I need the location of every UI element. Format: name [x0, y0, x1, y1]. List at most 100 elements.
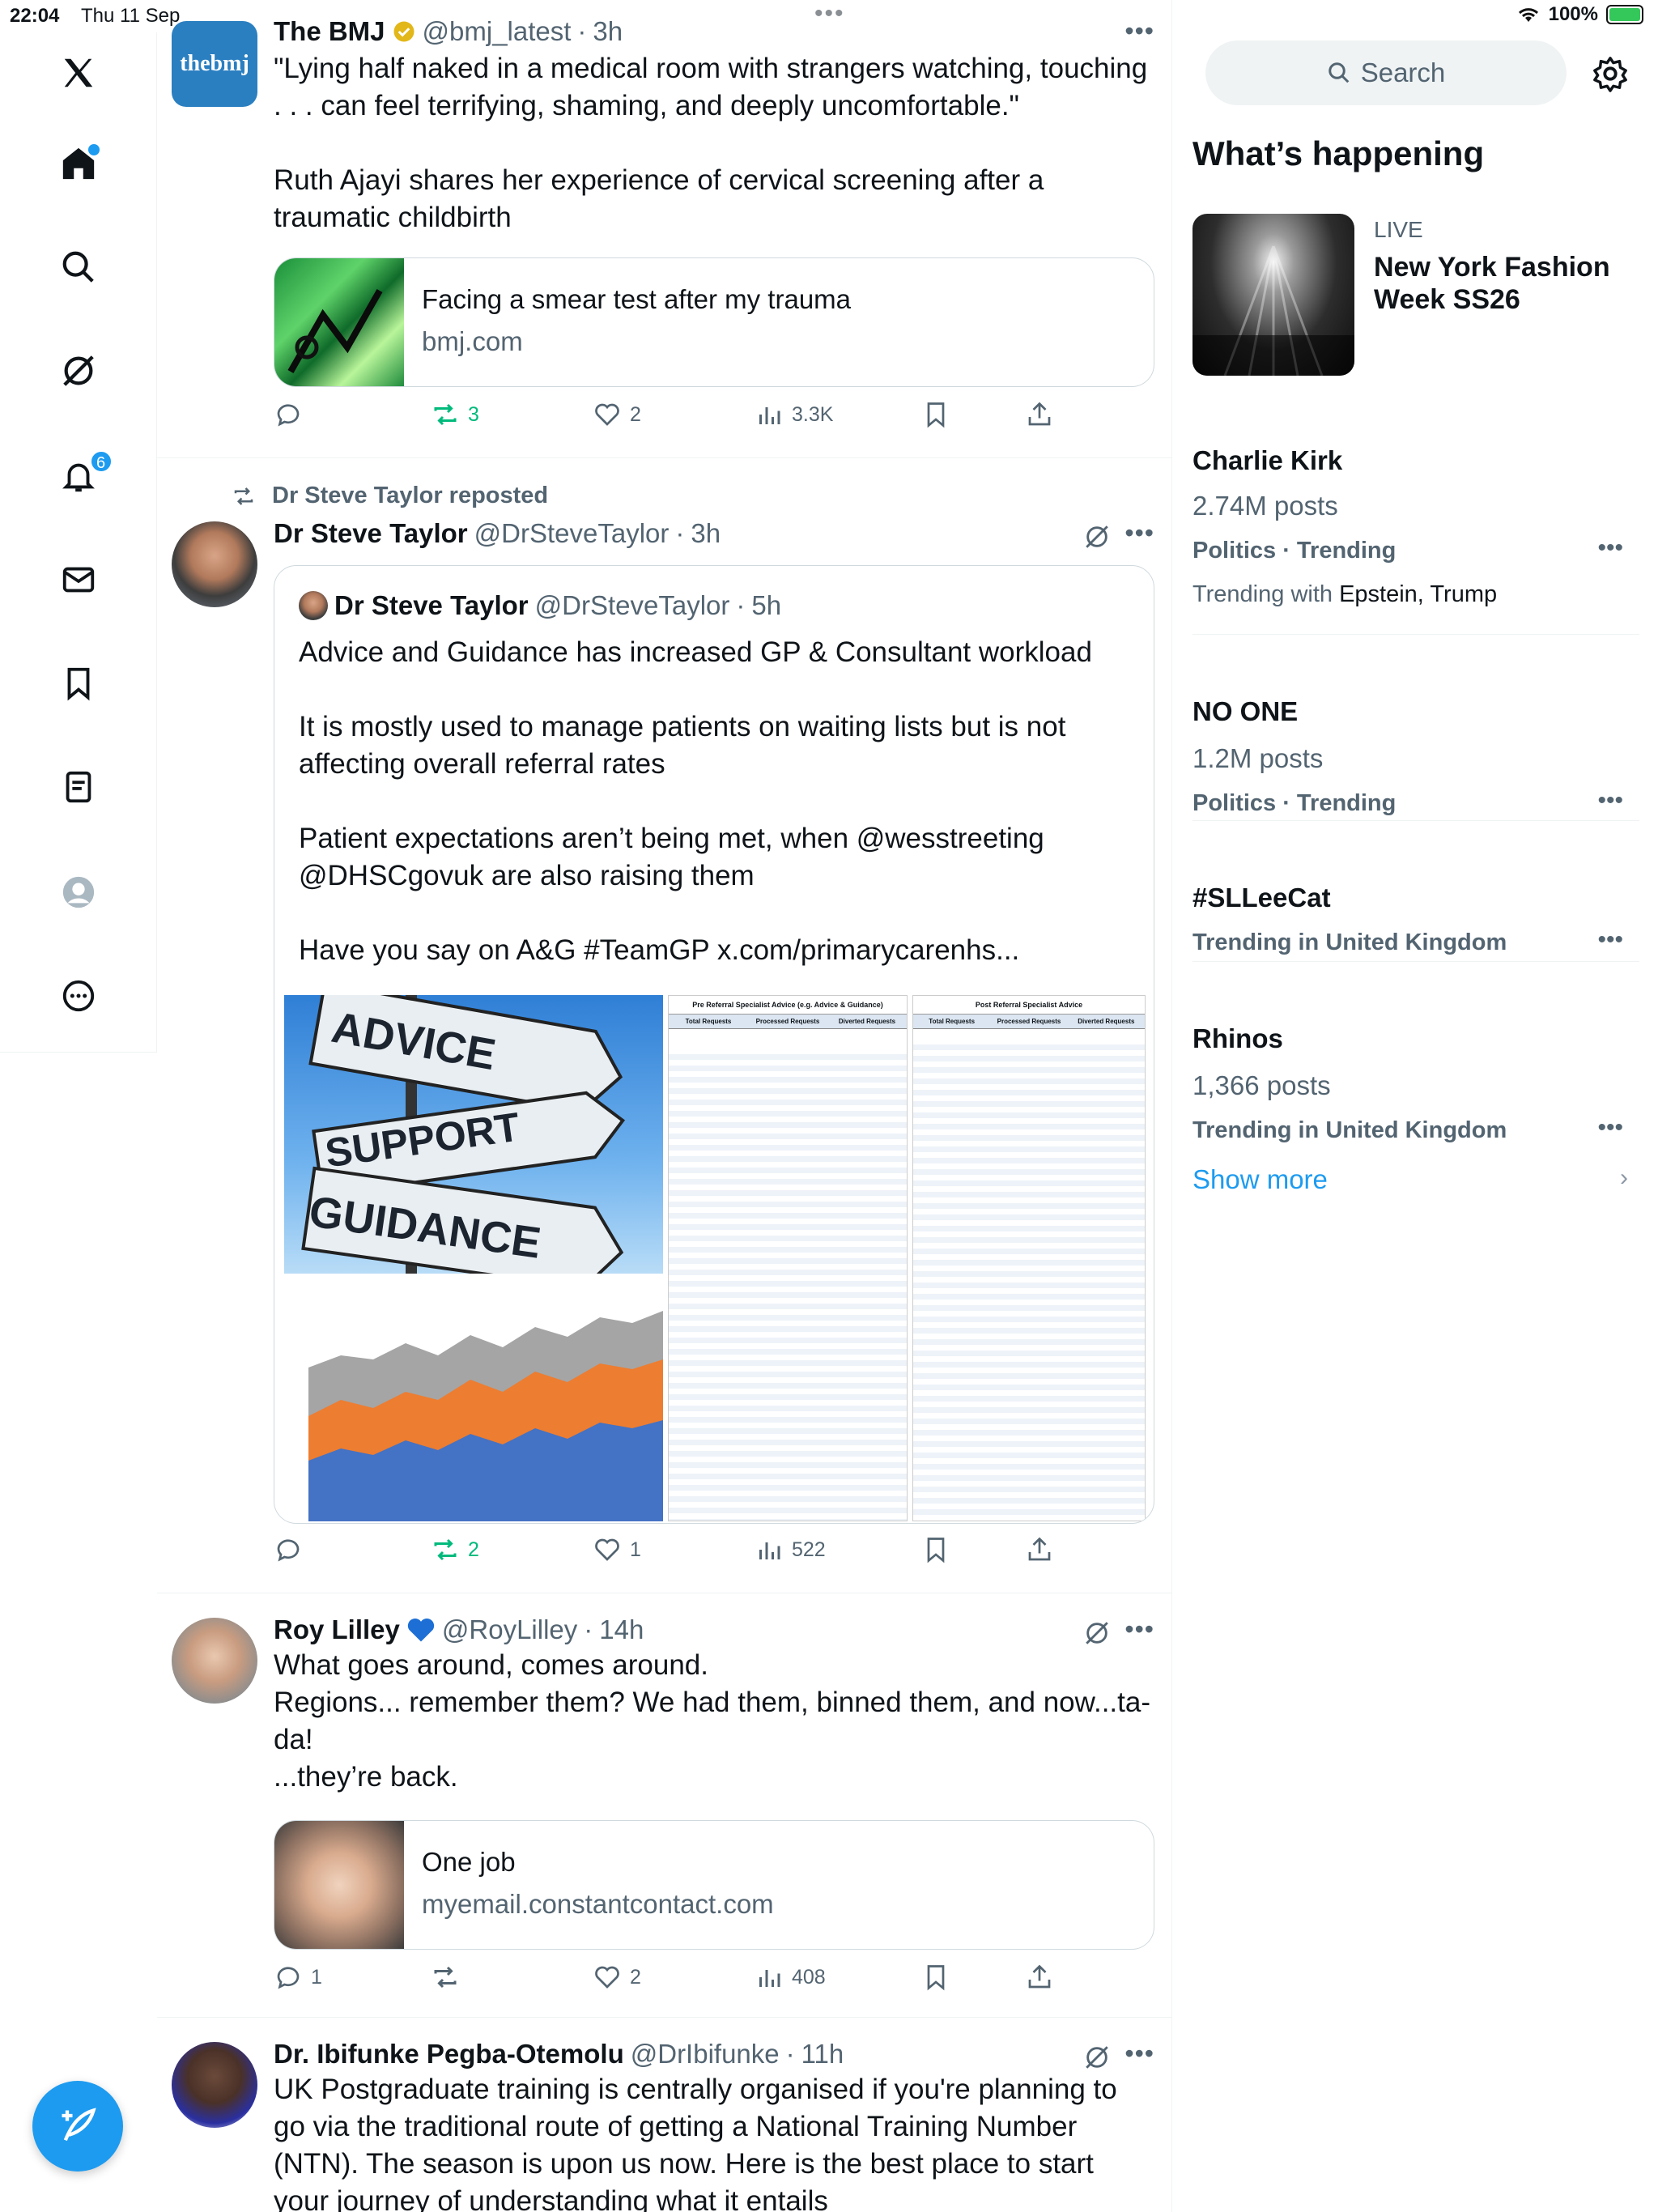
- repost-button[interactable]: [431, 1963, 460, 1992]
- signpost-image[interactable]: ADVICE SUPPORT GUIDANCE: [284, 995, 663, 1274]
- repost-button[interactable]: 2: [431, 1535, 479, 1564]
- more-menu-icon[interactable]: •••: [1124, 518, 1154, 548]
- gold-verified-badge-icon: [393, 21, 414, 42]
- trend-item[interactable]: Charlie Kirk 2.74M posts Politics · Tren…: [1192, 413, 1639, 635]
- tweet-time[interactable]: 14h: [599, 1614, 644, 1645]
- post-referral-table-image[interactable]: Post Referral Specialist Advice Total Re…: [912, 995, 1146, 1521]
- lists-icon[interactable]: [40, 748, 117, 826]
- wifi-icon: [1518, 8, 1538, 22]
- trend-item[interactable]: NO ONE 1.2M posts Politics · Trending ••…: [1192, 635, 1639, 821]
- tweet-time[interactable]: 3h: [593, 16, 623, 47]
- more-options-icon[interactable]: [40, 957, 117, 1035]
- share-icon: [1028, 1537, 1051, 1561]
- grok-explain-icon[interactable]: [1083, 523, 1111, 551]
- more-menu-icon[interactable]: •••: [1124, 16, 1154, 46]
- reply-button[interactable]: [274, 1535, 303, 1564]
- share-button[interactable]: [1025, 1535, 1054, 1564]
- repost-button[interactable]: 3: [431, 400, 479, 429]
- trend-more-icon[interactable]: •••: [1597, 787, 1623, 815]
- tweet-roy-lilley[interactable]: Roy Lilley @RoyLilley · 14h What goes ar…: [157, 1593, 1172, 2018]
- more-menu-icon[interactable]: •••: [1124, 2039, 1154, 2069]
- views-button[interactable]: 3.3K: [755, 400, 833, 429]
- heart-icon: [595, 1538, 619, 1561]
- table1-header-processed: Processed Requests: [755, 1018, 820, 1025]
- table1-header-diverted: Diverted Requests: [838, 1018, 896, 1025]
- search-field[interactable]: Search: [1205, 40, 1567, 105]
- card-domain: bmj.com: [422, 326, 523, 356]
- card-thumbnail-image: [274, 258, 404, 386]
- author-handle[interactable]: @RoyLilley: [442, 1614, 577, 1645]
- trend-more-icon[interactable]: •••: [1597, 926, 1623, 954]
- tweet-time[interactable]: 3h: [691, 518, 721, 549]
- like-button[interactable]: 2: [593, 400, 641, 429]
- x-logo-icon[interactable]: [40, 34, 117, 112]
- views-button[interactable]: 408: [755, 1963, 826, 1992]
- bookmark-button[interactable]: [921, 400, 950, 429]
- tweet-actions: 1 2 408: [274, 1963, 1083, 2003]
- search-icon[interactable]: [40, 228, 117, 306]
- compose-post-button[interactable]: [32, 2081, 123, 2172]
- quote-media-grid[interactable]: ADVICE SUPPORT GUIDANCE Pre Referral Spe…: [284, 995, 1146, 1521]
- views-button[interactable]: 522: [755, 1535, 826, 1564]
- repost-context[interactable]: Dr Steve Taylor reposted: [232, 483, 548, 509]
- trend-related-terms[interactable]: Epstein, Trump: [1339, 581, 1497, 607]
- chevron-right-icon[interactable]: ›: [1620, 1164, 1628, 1192]
- trend-name: #SLLeeCat: [1192, 883, 1331, 912]
- trend-more-icon[interactable]: •••: [1597, 1114, 1623, 1142]
- tweet-steve-taylor[interactable]: Dr Steve Taylor reposted Dr Steve Taylor…: [157, 458, 1172, 1593]
- reply-button[interactable]: [274, 400, 303, 429]
- reply-icon: [277, 404, 300, 427]
- like-button[interactable]: 2: [593, 1963, 641, 1992]
- trend-name: Rhinos: [1192, 1023, 1283, 1053]
- share-button[interactable]: [1025, 400, 1054, 429]
- tweet-ibifunke[interactable]: Dr. Ibifunke Pegba-Otemolu @DrIbifunke ·…: [157, 2018, 1172, 2212]
- more-menu-icon[interactable]: •••: [1124, 1614, 1154, 1644]
- bmj-logo-text: thebmj: [180, 51, 249, 76]
- messages-envelope-icon[interactable]: [40, 541, 117, 619]
- author-handle[interactable]: @bmj_latest: [423, 16, 572, 47]
- quote-header: Dr Steve Taylor @DrSteveTaylor · 5h: [299, 590, 781, 621]
- tweet-text: UK Postgraduate training is centrally or…: [274, 2074, 1125, 2212]
- share-button[interactable]: [1025, 1963, 1054, 1992]
- author-handle[interactable]: @DrIbifunke: [631, 2039, 780, 2069]
- tweet-time[interactable]: 11h: [801, 2039, 844, 2069]
- repost-context-icon: [234, 487, 253, 505]
- avatar-ibifunke[interactable]: [172, 2042, 257, 2128]
- avatar-roy-lilley[interactable]: [172, 1618, 257, 1704]
- link-card[interactable]: One job myemail.constantcontact.com: [274, 1820, 1154, 1950]
- gear-icon[interactable]: [1592, 55, 1629, 92]
- author-name[interactable]: Roy Lilley: [274, 1614, 400, 1645]
- tweet-header: The BMJ @bmj_latest · 3h: [274, 16, 623, 47]
- trend-item[interactable]: Rhinos 1,366 posts Trending in United Ki…: [1192, 962, 1639, 1143]
- bookmark-button[interactable]: [921, 1535, 950, 1564]
- tweet-bmj[interactable]: thebmj The BMJ @bmj_latest · 3h "Lying h…: [157, 0, 1172, 458]
- heart-icon: [595, 403, 619, 426]
- trend-category: Trending in United Kingdom: [1192, 1117, 1507, 1143]
- pre-referral-table-image[interactable]: Pre Referral Specialist Advice (e.g. Adv…: [668, 995, 908, 1521]
- like-button[interactable]: 1: [593, 1535, 641, 1564]
- author-name[interactable]: Dr. Ibifunke Pegba-Otemolu: [274, 2039, 624, 2069]
- show-more-link[interactable]: Show more: [1192, 1164, 1328, 1195]
- reply-button[interactable]: 1: [274, 1963, 322, 1992]
- profile-icon[interactable]: [40, 853, 117, 931]
- featured-trend[interactable]: LIVE New York Fashion Week SS26: [1192, 214, 1639, 384]
- author-handle[interactable]: @DrSteveTaylor: [474, 518, 670, 549]
- quoted-tweet[interactable]: Dr Steve Taylor @DrSteveTaylor · 5h Advi…: [274, 565, 1154, 1524]
- table2-header-processed: Processed Requests: [997, 1018, 1061, 1025]
- grok-icon[interactable]: [40, 332, 117, 410]
- grok-explain-icon[interactable]: [1083, 1619, 1111, 1647]
- right-sidebar: Search What’s happening LIVE New York Fa…: [1173, 32, 1658, 2212]
- bookmark-button[interactable]: [921, 1963, 950, 1992]
- home-icon[interactable]: [40, 125, 117, 202]
- notifications-bell-icon[interactable]: 6: [40, 437, 117, 515]
- trend-more-icon[interactable]: •••: [1597, 534, 1623, 562]
- bookmarks-icon[interactable]: [40, 644, 117, 722]
- avatar-bmj[interactable]: thebmj: [172, 21, 257, 107]
- trend-item[interactable]: #SLLeeCat Trending in United Kingdom •••: [1192, 821, 1639, 962]
- grok-explain-icon[interactable]: [1083, 2044, 1111, 2071]
- author-name[interactable]: The BMJ: [274, 16, 385, 47]
- area-chart-image[interactable]: [284, 1278, 663, 1521]
- link-card[interactable]: Facing a smear test after my trauma bmj.…: [274, 257, 1154, 387]
- avatar-steve-taylor[interactable]: [172, 521, 257, 607]
- author-name[interactable]: Dr Steve Taylor: [274, 518, 468, 549]
